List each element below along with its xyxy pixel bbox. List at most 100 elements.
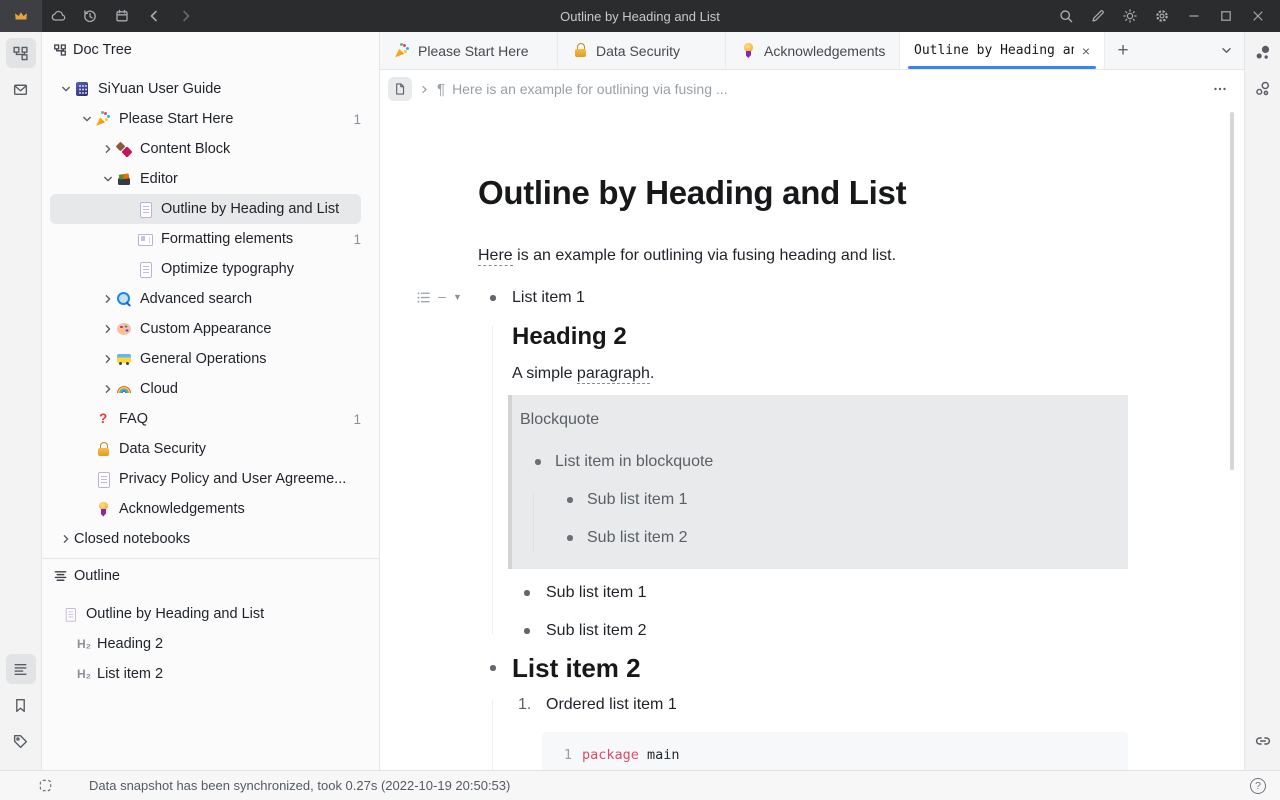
outline-item-heading-2[interactable]: H₂ Heading 2 (50, 629, 361, 659)
doc-tree-item-acknowledgements[interactable]: Acknowledgements (50, 494, 361, 524)
doc-label: Acknowledgements (119, 501, 245, 517)
doc-label: Advanced search (140, 291, 252, 307)
chevron-right-icon[interactable] (100, 381, 116, 397)
blockquote-sub-list: Sub list item 1 Sub list item 2 (552, 490, 1112, 548)
titlebar-right-toolbar (1050, 0, 1280, 32)
document-title[interactable]: Outline by Heading and List (478, 170, 1128, 215)
intro-paragraph[interactable]: Here is an example for outlining via fus… (478, 246, 1128, 265)
list-item-2-heading[interactable]: List item 2 (478, 652, 1128, 684)
edit-mode-icon[interactable] (1082, 0, 1114, 32)
tab-data-security[interactable]: Data Security (558, 32, 726, 69)
search-icon[interactable] (1050, 0, 1082, 32)
blockquote-sub-item-1[interactable]: Sub list item 1 (552, 490, 1112, 510)
doc-tree-item-optimize-typography[interactable]: Optimize typography (50, 254, 361, 284)
daily-note-icon[interactable] (106, 0, 138, 32)
doc-tree-item-faq[interactable]: FAQ 1 (50, 404, 361, 434)
settings-gear-icon[interactable] (1146, 0, 1178, 32)
data-history-icon[interactable] (74, 0, 106, 32)
close-icon[interactable] (1242, 0, 1274, 32)
bookmark-dock-icon[interactable] (6, 690, 36, 720)
chevron-right-icon[interactable] (100, 351, 116, 367)
virtual-ref[interactable]: paragraph (577, 365, 650, 384)
doc-tree-item-custom-appearance[interactable]: Custom Appearance (50, 314, 361, 344)
outline-label: Outline by Heading and List (86, 606, 264, 622)
simple-paragraph[interactable]: A simple paragraph. (512, 365, 1128, 383)
medal-icon (740, 43, 756, 59)
outline-item-list-item-2[interactable]: H₂ List item 2 (50, 659, 361, 689)
editor-column: Please Start Here Data Security Acknowle… (380, 32, 1244, 770)
unordered-list-icon[interactable] (416, 290, 431, 305)
doc-tree-item-cloud[interactable]: Cloud (50, 374, 361, 404)
tab-acknowledgements[interactable]: Acknowledgements (726, 32, 900, 69)
doc-tree-item-outline-by-heading-and-list[interactable]: Outline by Heading and List (50, 194, 361, 224)
doc-tree-item-please-start-here[interactable]: Please Start Here 1 (50, 104, 361, 134)
doc-tree-item-general-operations[interactable]: General Operations (50, 344, 361, 374)
snapshot-icon[interactable] (38, 778, 53, 793)
doc-tree-header[interactable]: Doc Tree (42, 32, 379, 68)
global-graph-dock-icon[interactable] (1248, 74, 1278, 104)
outline-label: List item 2 (97, 666, 163, 682)
tab-outline-by-heading-and-list[interactable]: Outline by Heading and List × (900, 32, 1105, 69)
outline-item-doc[interactable]: Outline by Heading and List (50, 599, 361, 629)
tab-please-start-here[interactable]: Please Start Here (380, 32, 558, 69)
document-icon (137, 201, 153, 217)
tag-dock-icon[interactable] (6, 726, 36, 756)
doc-file-icon-button[interactable] (388, 77, 412, 101)
doc-tree-item-editor[interactable]: Editor (50, 164, 361, 194)
tab-list-chevron-button[interactable] (1208, 32, 1244, 69)
blockquote-list-item[interactable]: List item in blockquote (520, 452, 1112, 472)
outline-header[interactable]: Outline (42, 559, 379, 593)
sub-list-item-2[interactable]: Sub list item 2 (512, 622, 1128, 640)
help-button[interactable]: ? (1250, 778, 1266, 794)
list-item-1[interactable]: List item 1 (478, 289, 1128, 307)
chevron-down-icon[interactable] (58, 81, 74, 97)
heading-2[interactable]: Heading 2 (512, 322, 1128, 352)
chevron-right-icon[interactable] (58, 531, 74, 547)
breadcrumb-text[interactable]: Here is an example for outlining via fus… (452, 81, 1205, 97)
doc-label: Please Start Here (119, 111, 233, 127)
minimize-icon[interactable] (1178, 0, 1210, 32)
close-icon[interactable]: × (1082, 44, 1090, 58)
theme-sun-icon[interactable] (1114, 0, 1146, 32)
list-item-icon[interactable] (438, 297, 446, 299)
doc-tree-item-data-security[interactable]: Data Security (50, 434, 361, 464)
chevron-right-icon[interactable] (100, 321, 116, 337)
maximize-icon[interactable] (1210, 0, 1242, 32)
doc-tree-item-advanced-search[interactable]: Advanced search (50, 284, 361, 314)
block-ref-link[interactable]: Here (478, 247, 513, 266)
list-item-text: Sub list item 2 (546, 622, 646, 639)
more-button[interactable] (1212, 81, 1228, 97)
graph-dock-icon[interactable] (1248, 38, 1278, 68)
blockquote[interactable]: Blockquote List item in blockquote Sub l… (508, 395, 1128, 569)
doc-tree-item-formatting-elements[interactable]: Formatting elements 1 (50, 224, 361, 254)
blockquote-sub-item-2[interactable]: Sub list item 2 (552, 528, 1112, 548)
rainbow-icon (116, 381, 132, 397)
workspace-crown-icon[interactable] (0, 0, 42, 32)
collapse-arrow-icon[interactable]: ▼ (453, 293, 462, 302)
ordered-list-item-1[interactable]: 1. Ordered list item 1 (512, 696, 1128, 714)
chevron-right-icon[interactable] (100, 291, 116, 307)
file-tree-dock-icon[interactable] (6, 38, 36, 68)
sub-list-item-1[interactable]: Sub list item 1 (512, 584, 1128, 602)
party-popper-icon (95, 111, 111, 127)
backlinks-link-icon[interactable] (1248, 726, 1278, 756)
chevron-down-icon[interactable] (79, 111, 95, 127)
doc-tree-item-closed-notebooks[interactable]: Closed notebooks (50, 524, 361, 554)
editor-scroll-area[interactable]: Outline by Heading and List Here is an e… (380, 108, 1244, 770)
status-bar: Data snapshot has been synchronized, too… (0, 770, 1280, 800)
doc-tree-item-content-block[interactable]: Content Block (50, 134, 361, 164)
new-tab-button[interactable]: + (1105, 32, 1141, 69)
editor-scrollbar[interactable] (1230, 112, 1234, 470)
go-back-icon[interactable] (138, 0, 170, 32)
chevron-slot (79, 501, 95, 517)
sync-cloud-icon[interactable] (42, 0, 74, 32)
doc-tree-item-privacy-policy[interactable]: Privacy Policy and User Agreeme... (50, 464, 361, 494)
block-gutter: ▼ (416, 290, 462, 305)
go-forward-icon[interactable] (170, 0, 202, 32)
outline-dock-icon[interactable] (6, 654, 36, 684)
inbox-mail-icon[interactable] (6, 74, 36, 104)
chevron-down-icon[interactable] (100, 171, 116, 187)
doc-tree-item-siyuan-user-guide[interactable]: SiYuan User Guide (50, 74, 361, 104)
chevron-right-icon[interactable] (100, 141, 116, 157)
code-block[interactable]: 1package main (542, 732, 1128, 770)
